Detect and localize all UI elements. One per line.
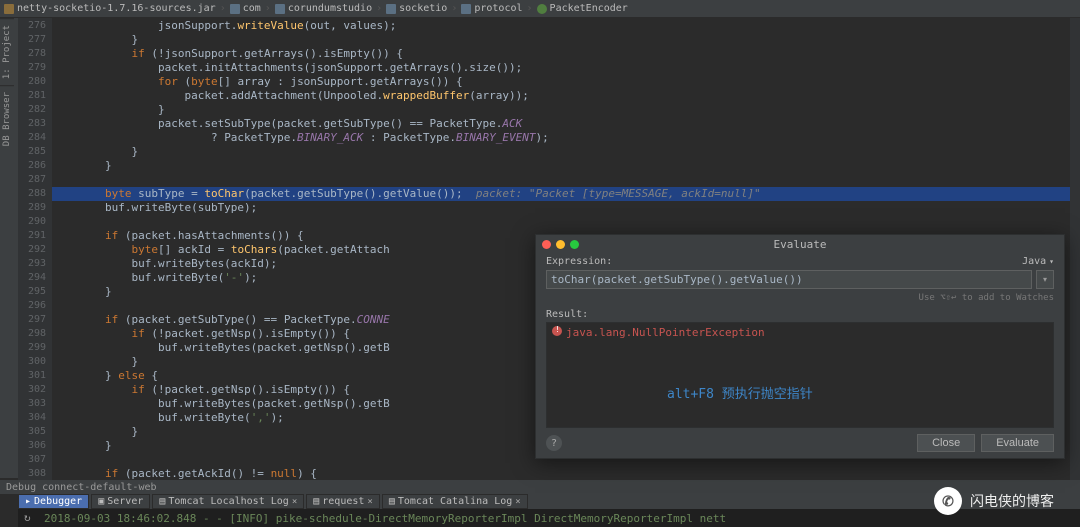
- chevron-down-icon: ▾: [1049, 257, 1054, 266]
- dialog-titlebar[interactable]: Evaluate: [536, 235, 1064, 253]
- error-stripe[interactable]: [1070, 18, 1080, 480]
- rerun-icon[interactable]: ↻: [24, 511, 38, 525]
- debug-label: Debug: [6, 482, 36, 493]
- error-text: java.lang.NullPointerException: [566, 326, 765, 339]
- help-icon[interactable]: ?: [546, 435, 562, 451]
- close-icon[interactable]: ×: [292, 497, 297, 507]
- breadcrumb-item[interactable]: PacketEncoder: [537, 3, 628, 14]
- zoom-window-icon[interactable]: [570, 240, 579, 249]
- folder-icon: [275, 4, 285, 14]
- bottom-tabs: ▸ Debugger ▣ Server ▤ Tomcat Localhost L…: [18, 494, 1080, 509]
- evaluate-dialog: Evaluate Expression: Java▾ ▾ Use ⌥⇧↩ to …: [535, 234, 1065, 459]
- db-browser-tab[interactable]: DB Browser: [0, 85, 14, 152]
- tab-request[interactable]: ▤ request ×: [306, 494, 380, 509]
- project-tab[interactable]: 1: Project: [0, 18, 14, 85]
- run-config-name[interactable]: connect-default-web: [42, 482, 156, 493]
- jar-icon: [4, 4, 14, 14]
- breadcrumb-item[interactable]: corundumstudio: [275, 3, 372, 14]
- tab-tomcat-localhost[interactable]: ▤ Tomcat Localhost Log ×: [152, 494, 304, 509]
- close-button[interactable]: Close: [917, 434, 975, 452]
- console-line: 2018-09-03 18:46:02.848 - - [INFO] pike-…: [44, 512, 726, 525]
- breadcrumb-item[interactable]: protocol: [461, 3, 522, 14]
- expression-input[interactable]: [546, 270, 1032, 289]
- close-icon[interactable]: ×: [515, 497, 520, 507]
- folder-icon: [230, 4, 240, 14]
- result-label: Result:: [536, 307, 1064, 322]
- breadcrumb-item[interactable]: socketio: [386, 3, 447, 14]
- class-icon: [537, 4, 547, 14]
- tab-debugger[interactable]: ▸ Debugger: [18, 494, 89, 509]
- result-area[interactable]: java.lang.NullPointerException alt+F8 预执…: [546, 322, 1054, 428]
- history-button[interactable]: ▾: [1036, 270, 1054, 289]
- evaluate-button[interactable]: Evaluate: [981, 434, 1054, 452]
- line-gutter: 276 277 278 279 280 281 282 283 284 285 …: [18, 18, 52, 480]
- side-tool-tabs: 1: Project DB Browser: [0, 18, 18, 478]
- dialog-title: Evaluate: [774, 238, 827, 251]
- annotation-text: alt+F8 预执行抛空指针: [667, 383, 813, 402]
- folder-icon: [461, 4, 471, 14]
- close-icon[interactable]: ×: [367, 497, 372, 507]
- watermark: ✆ 闪电侠的博客: [934, 487, 1054, 515]
- tab-server[interactable]: ▣ Server: [91, 494, 150, 509]
- wechat-icon: ✆: [934, 487, 962, 515]
- breadcrumb-item[interactable]: com: [230, 3, 261, 14]
- error-icon: [552, 326, 562, 336]
- breadcrumb: netty-socketio-1.7.16-sources.jar› com› …: [0, 0, 1080, 18]
- watches-hint: Use ⌥⇧↩ to add to Watches: [536, 293, 1064, 307]
- close-window-icon[interactable]: [542, 240, 551, 249]
- language-selector[interactable]: Java▾: [1022, 256, 1054, 267]
- breadcrumb-item[interactable]: netty-socketio-1.7.16-sources.jar: [4, 3, 216, 14]
- tab-tomcat-catalina[interactable]: ▤ Tomcat Catalina Log ×: [382, 494, 528, 509]
- debug-strip: Debug connect-default-web: [0, 480, 1080, 494]
- expression-label: Expression:: [546, 256, 612, 267]
- folder-icon: [386, 4, 396, 14]
- minimize-window-icon[interactable]: [556, 240, 565, 249]
- console-output[interactable]: ↻ 2018-09-03 18:46:02.848 - - [INFO] pik…: [18, 509, 1080, 527]
